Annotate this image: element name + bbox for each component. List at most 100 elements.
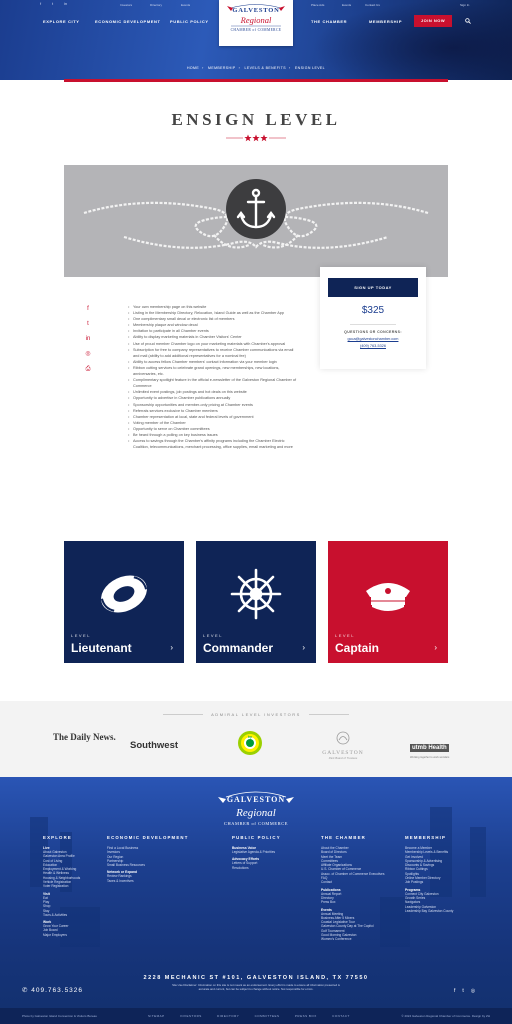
breadcrumb-home[interactable]: HOME: [187, 66, 199, 70]
level-card-commander[interactable]: LEVEL Commander ›: [196, 541, 316, 663]
topbar-link-directory[interactable]: Directory: [150, 3, 162, 7]
park-board-emblem-icon: [336, 731, 350, 745]
level-card-lieutenant[interactable]: LEVEL Lieutenant ›: [64, 541, 184, 663]
share-bar: f t in ◎ ⎙: [84, 305, 92, 380]
investors-title: ADMIRAL LEVEL INVESTORS: [0, 712, 512, 717]
bottom-link-investors[interactable]: INVESTORS: [180, 1014, 202, 1018]
breadcrumb: HOME › MEMBERSHIP › LEVELS & BENEFITS › ENS…: [186, 66, 326, 70]
level-banner: [64, 165, 448, 277]
facebook-icon[interactable]: f: [84, 305, 92, 313]
footer-column-economic: ECONOMIC DEVELOPMENT Find a Local Busine…: [107, 835, 189, 883]
footer-column-title: ECONOMIC DEVELOPMENT: [107, 835, 189, 840]
topbar-link-events[interactable]: Events: [181, 3, 190, 7]
star-icon: [244, 134, 252, 142]
twitter-icon[interactable]: t: [84, 320, 92, 328]
bp-logo-icon[interactable]: bp: [236, 729, 264, 757]
benefit-item: Complimentary spotlight feature in the o…: [128, 377, 298, 389]
twitter-icon[interactable]: t: [52, 2, 56, 6]
twitter-icon[interactable]: t: [462, 988, 463, 994]
footer-link[interactable]: Contact: [321, 880, 384, 884]
nav-membership[interactable]: MEMBERSHIP: [369, 19, 402, 24]
topbar-link-investors[interactable]: Investors: [120, 3, 132, 7]
footer-column-policy: PUBLIC POLICY Business Voice Legislative…: [232, 835, 281, 870]
contact-email-link[interactable]: gcca@galvestonchamber.com: [320, 337, 426, 341]
top-social-links: f t in: [40, 2, 68, 6]
footer-logo[interactable]: GALVESTON Regional CHAMBER of COMMERCE: [212, 787, 300, 831]
footer-column-title: PUBLIC POLICY: [232, 835, 281, 840]
footer-link[interactable]: Voter Registration: [43, 884, 80, 888]
logo-regional: Regional: [240, 15, 272, 25]
benefit-item: Ribbon cutting services to celebrate gra…: [128, 365, 298, 377]
photo-credit: Photo by Galveston Island Convention & V…: [22, 1014, 97, 1018]
topbar-link-sign-in[interactable]: Sign In: [460, 3, 469, 7]
linkedin-icon[interactable]: in: [64, 2, 68, 6]
level-card-captain[interactable]: LEVEL Captain ›: [328, 541, 448, 663]
footer-link[interactable]: Job Postings: [405, 880, 453, 884]
footer-phone[interactable]: ✆ 409.763.5326: [22, 986, 83, 994]
park-board-subtitle: Park Board of Trustees: [328, 756, 358, 760]
footer-link[interactable]: Small Business Resources: [107, 863, 189, 867]
footer-logo-chamber: CHAMBER of COMMERCE: [224, 821, 288, 826]
nav-public-policy[interactable]: PUBLIC POLICY: [170, 19, 209, 24]
footer-link[interactable]: Galveston Area Profile: [43, 854, 80, 858]
copyright: © 2024 Galveston Regional Chamber of Com…: [401, 1014, 490, 1018]
bp-label: bp: [248, 734, 253, 739]
sponsor-utmb-health[interactable]: utmb Health Working together to work won…: [410, 736, 449, 759]
level-name: Captain: [335, 641, 380, 655]
topbar-link-contact[interactable]: Contact Us: [365, 3, 380, 7]
site-footer: GALVESTON Regional CHAMBER of COMMERCE E…: [0, 777, 512, 1024]
footer-link[interactable]: Tours & Activities: [43, 913, 80, 917]
level-label: LEVEL: [335, 633, 355, 638]
footer-phone-number: 409.763.5326: [31, 987, 84, 994]
bottom-link-directory[interactable]: DIRECTORY: [217, 1014, 239, 1018]
topbar-link-events-2[interactable]: Events: [342, 3, 351, 7]
hero-accent-line: [64, 79, 448, 82]
investors-section: ADMIRAL LEVEL INVESTORS The Daily News. …: [0, 701, 512, 777]
sponsor-galveston-park-board[interactable]: GALVESTON Park Board of Trustees: [320, 731, 366, 761]
chevron-right-icon: ›: [434, 643, 437, 652]
nav-explore-city[interactable]: EXPLORE CITY: [43, 19, 80, 24]
footer-column-membership: MEMBERSHIP Become a Member Membership Le…: [405, 835, 453, 913]
utmb-tagline: Working together to work wonders: [410, 756, 450, 759]
bottom-link-sitemap[interactable]: SITEMAP: [148, 1014, 165, 1018]
ship-wheel-icon: [230, 568, 282, 620]
benefit-item: Access to savings through the Chamber's …: [128, 438, 298, 450]
footer-link[interactable]: Legislative Agenda & Priorities: [232, 850, 281, 854]
breadcrumb-membership[interactable]: MEMBERSHIP: [208, 66, 236, 70]
rope-anchor-illustration: [83, 179, 429, 249]
sponsor-southwest[interactable]: Southwest: [130, 740, 178, 751]
facebook-icon[interactable]: f: [40, 2, 44, 6]
footer-link[interactable]: Resolutions: [232, 866, 281, 870]
contact-phone-link[interactable]: (409) 763-5326: [320, 344, 426, 348]
linkedin-icon[interactable]: in: [84, 335, 92, 343]
sign-up-button[interactable]: SIGN UP TODAY: [328, 278, 418, 297]
facebook-icon[interactable]: f: [454, 988, 455, 994]
print-icon[interactable]: ⎙: [84, 365, 92, 373]
join-now-button[interactable]: JOIN NOW: [414, 15, 452, 27]
footer-link[interactable]: Taxes & Incentives: [107, 879, 189, 883]
footer-column-title: MEMBERSHIP: [405, 835, 447, 840]
bottom-link-committees[interactable]: COMMITTEES: [255, 1014, 280, 1018]
search-icon[interactable]: [465, 18, 471, 24]
nav-economic-development[interactable]: ECONOMIC DEVELOPMENT: [95, 19, 161, 24]
logo-graphic: GALVESTON Regional CHAMBER of COMMERCE: [227, 4, 285, 32]
footer-link[interactable]: Women's Conference: [321, 937, 384, 941]
bottom-link-contact[interactable]: CONTACT: [332, 1014, 350, 1018]
sponsor-daily-news[interactable]: The Daily News.: [53, 733, 116, 742]
signup-card: SIGN UP TODAY $325 QUESTIONS OR CONCERNS…: [320, 267, 426, 369]
footer-bottom-links: SITEMAP INVESTORS DIRECTORY COMMITTEES P…: [148, 1014, 364, 1018]
footer-link[interactable]: Press Box: [321, 900, 384, 904]
topbar-link-place-ads[interactable]: Place Ads: [311, 3, 324, 7]
nav-the-chamber[interactable]: THE CHAMBER: [311, 19, 347, 24]
footer-link[interactable]: Membership Levels & Benefits: [405, 850, 453, 854]
bottom-link-press-box[interactable]: PRESS BOX: [295, 1014, 317, 1018]
instagram-icon[interactable]: ◎: [84, 350, 92, 358]
footer-link[interactable]: Leadership Bay Galveston County: [405, 909, 453, 913]
chamber-logo[interactable]: GALVESTON Regional CHAMBER of COMMERCE: [219, 0, 293, 46]
footer-logo-galveston: GALVESTON: [227, 795, 285, 804]
footer-logo-regional: Regional: [235, 807, 276, 819]
footer-link[interactable]: Assoc. of Chamber of Commerce Executives: [321, 872, 384, 876]
breadcrumb-levels[interactable]: LEVELS & BENEFITS: [245, 66, 286, 70]
instagram-icon[interactable]: ◎: [471, 988, 475, 994]
footer-link[interactable]: Major Employers: [43, 933, 80, 937]
